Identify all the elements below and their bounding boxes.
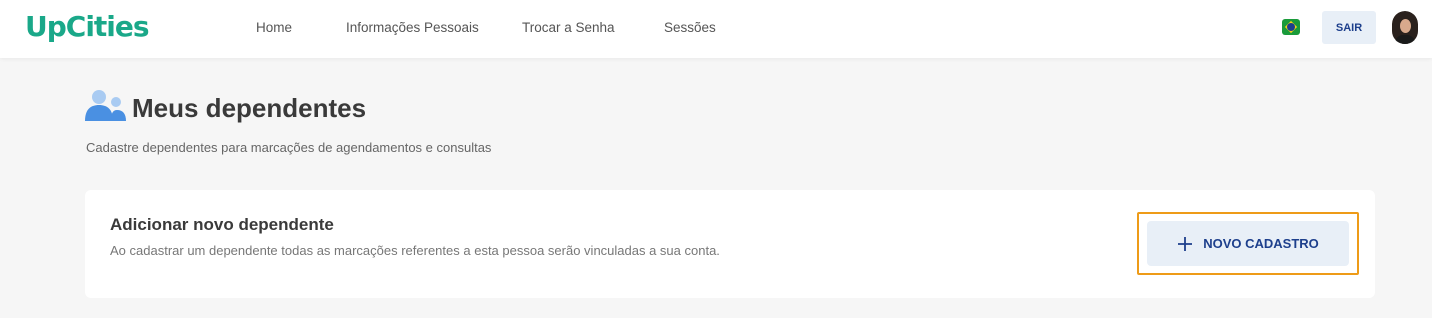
user-avatar[interactable] — [1392, 11, 1418, 44]
nav-item-change-password[interactable]: Trocar a Senha — [522, 20, 615, 35]
page-title: Meus dependentes — [132, 93, 367, 123]
page-subtitle: Cadastre dependentes para marcações de a… — [86, 140, 492, 155]
card-description: Ao cadastrar um dependente todas as marc… — [110, 243, 720, 258]
upcities-logo[interactable]: UpCities — [25, 10, 150, 43]
nav-item-sessions[interactable]: Sessões — [664, 20, 716, 35]
top-navbar: UpCities Home Informações Pessoais Troca… — [0, 0, 1432, 58]
plus-icon — [1178, 236, 1193, 251]
nav-item-personal-info[interactable]: Informações Pessoais — [346, 20, 479, 35]
nav-item-home[interactable]: Home — [256, 20, 292, 35]
new-registration-label: NOVO CADASTRO — [1203, 236, 1319, 251]
card-title: Adicionar novo dependente — [110, 215, 334, 234]
users-icon — [85, 90, 126, 121]
new-registration-button[interactable]: NOVO CADASTRO — [1147, 221, 1349, 266]
brazil-flag-icon[interactable] — [1282, 19, 1300, 35]
logout-button[interactable]: SAIR — [1322, 11, 1376, 44]
add-dependent-card: Adicionar novo dependente Ao cadastrar u… — [85, 190, 1375, 298]
